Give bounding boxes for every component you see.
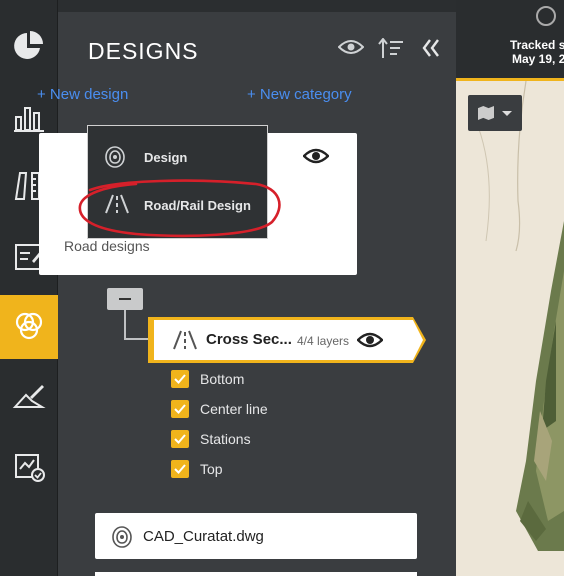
flag-icon[interactable]: [536, 6, 556, 26]
road-icon: [105, 194, 129, 214]
tracked-site-text: Tracked si: [510, 38, 564, 52]
layer-checkbox[interactable]: [171, 400, 189, 418]
tree-connector: [124, 338, 150, 340]
sort-icon: [378, 37, 403, 58]
design-visibility-toggle[interactable]: [356, 331, 384, 354]
menu-item-label: Design: [144, 149, 188, 165]
map-icon: [478, 106, 494, 120]
collapse-group-button[interactable]: [107, 288, 143, 310]
layer-item[interactable]: Stations: [171, 429, 251, 449]
collapse-panel-button[interactable]: [422, 38, 440, 64]
design-row-selected[interactable]: Cross Sec... 4/4 layers: [148, 317, 426, 363]
design-icon: [112, 526, 132, 548]
layer-label: Stations: [200, 431, 251, 447]
layers-designs-icon: [15, 312, 43, 340]
layer-checkbox[interactable]: [171, 430, 189, 448]
category-visibility-toggle[interactable]: [302, 147, 330, 170]
layer-checkbox[interactable]: [171, 460, 189, 478]
rail-item-reports-check[interactable]: [0, 434, 58, 498]
menu-item-design[interactable]: Design: [88, 134, 267, 180]
road-icon: [173, 330, 197, 350]
eye-icon: [356, 332, 384, 348]
checkmark-icon: [174, 404, 186, 414]
category-label: Road designs: [64, 238, 150, 254]
map-style-button[interactable]: [468, 95, 522, 131]
report-check-icon: [15, 454, 45, 482]
layer-item[interactable]: Bottom: [171, 369, 244, 389]
chevron-down-icon: [502, 110, 512, 116]
map-terrain: [475, 81, 564, 551]
tracked-date-text: May 19, 2: [512, 52, 564, 66]
design-name: Cross Sec...: [206, 331, 292, 348]
new-design-dropdown: Design Road/Rail Design: [87, 125, 268, 239]
checkmark-icon: [174, 434, 186, 444]
file-name: CAD_Curatat.dwg: [143, 528, 264, 545]
minus-icon: [119, 298, 131, 300]
file-row-partial[interactable]: [95, 572, 417, 576]
menu-item-label: Road/Rail Design: [144, 197, 251, 213]
sort-button[interactable]: [378, 37, 404, 66]
pie-chart-icon: [14, 31, 43, 59]
layer-item[interactable]: Top: [171, 459, 223, 479]
layer-label: Top: [200, 461, 223, 477]
rail-item-designs[interactable]: [0, 295, 58, 359]
map-view[interactable]: [456, 78, 564, 576]
new-design-link[interactable]: + New design: [37, 86, 128, 103]
new-category-link[interactable]: + New category: [247, 86, 352, 103]
checkmark-icon: [174, 374, 186, 384]
panel-title: DESIGNS: [88, 38, 199, 64]
layer-count: 4/4 layers: [297, 334, 350, 348]
layer-checkbox[interactable]: [171, 370, 189, 388]
double-chevron-left-icon: [422, 39, 439, 57]
layer-label: Center line: [200, 401, 268, 417]
tree-connector: [124, 310, 126, 340]
eye-icon: [302, 148, 330, 164]
layer-label: Bottom: [200, 371, 245, 387]
rail-item-survey[interactable]: [0, 364, 58, 428]
file-row[interactable]: CAD_Curatat.dwg: [95, 513, 417, 559]
menu-item-road-rail-design[interactable]: Road/Rail Design: [88, 182, 267, 228]
rail-item-analytics[interactable]: [0, 14, 58, 78]
survey-draw-icon: [12, 385, 46, 408]
eye-icon: [337, 40, 365, 54]
layer-item[interactable]: Center line: [171, 399, 268, 419]
design-icon: [105, 146, 125, 168]
checkmark-icon: [174, 464, 186, 474]
tracking-status-bar: Tracked si May 19, 2: [456, 0, 564, 78]
bar-chart-icon: [14, 107, 44, 132]
visibility-toggle-button[interactable]: [337, 38, 365, 62]
